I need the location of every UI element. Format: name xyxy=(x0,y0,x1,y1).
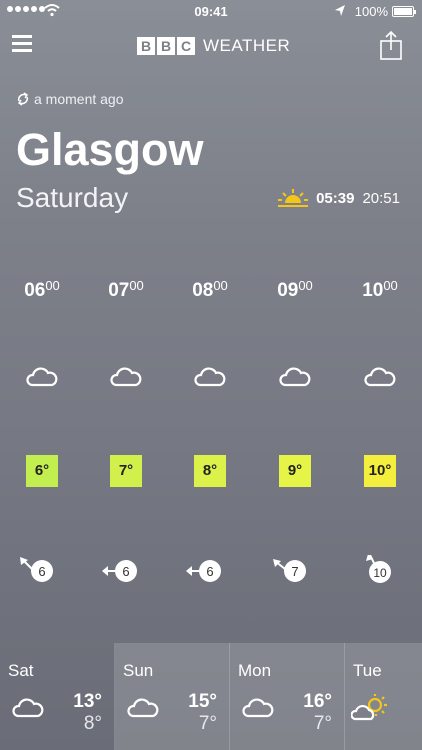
day-label: Saturday xyxy=(16,182,129,213)
hour-temp: 6° xyxy=(26,455,58,487)
cloud-icon xyxy=(279,367,311,387)
hour-time: 0600 xyxy=(24,278,60,301)
sunrise-icon xyxy=(278,189,309,207)
share-icon[interactable] xyxy=(380,30,402,60)
cloud-icon xyxy=(364,367,396,387)
menu-icon[interactable] xyxy=(12,35,32,53)
wind-speed: 7 xyxy=(291,564,298,579)
last-updated: a moment ago xyxy=(16,91,124,107)
day-name: Mon xyxy=(238,661,272,680)
day-name: Tue xyxy=(353,661,382,680)
logo-word: WEATHER xyxy=(203,36,291,55)
day-high: 16° xyxy=(303,691,332,712)
day-card-mon[interactable]: Mon 16° 7° xyxy=(230,643,345,750)
day-high: 15° xyxy=(188,691,217,712)
hour-temp: 9° xyxy=(279,455,311,487)
hour-column[interactable]: 1000 10° 10 xyxy=(338,228,422,643)
day-card-sun[interactable]: Sun 15° 7° xyxy=(115,643,230,750)
navbar: B B C WEATHER xyxy=(0,24,422,68)
logo-letter: B xyxy=(137,37,155,55)
cloud-icon xyxy=(242,698,274,718)
cloud-icon xyxy=(194,367,226,387)
wind-speed: 10 xyxy=(373,566,387,580)
day-card-tue[interactable]: Tue xyxy=(345,643,422,750)
hour-column[interactable]: 0800 8° 6 xyxy=(168,228,252,643)
wind-speed: 6 xyxy=(122,564,129,579)
wind-speed: 6 xyxy=(206,564,213,579)
hour-temp: 8° xyxy=(194,455,226,487)
daily-forecast: Sat 13° 8° Sun 15° 7° Mon 16° 7° Tue xyxy=(0,643,422,750)
hourly-forecast: 0600 6° 6 0700 7° 6 0800 8° 6 0900 9° 7 … xyxy=(0,228,422,643)
day-low: 7° xyxy=(198,713,217,734)
cloud-icon xyxy=(12,698,44,718)
wind-speed: 6 xyxy=(38,564,45,579)
battery-percent: 100% xyxy=(354,4,388,19)
hour-time: 0800 xyxy=(192,278,228,301)
updated-text: a moment ago xyxy=(34,91,124,107)
hour-time: 0700 xyxy=(108,278,144,301)
day-name: Sun xyxy=(123,661,154,680)
wind-arrow-icon: 6 xyxy=(186,560,221,582)
day-high: 13° xyxy=(73,691,102,712)
sun-times: 05:39 20:51 xyxy=(278,188,400,208)
sunrise-time: 05:39 xyxy=(316,189,355,207)
hour-time: 0900 xyxy=(277,278,313,301)
hour-column[interactable]: 0700 7° 6 xyxy=(84,228,168,643)
wind-arrow-icon: 6 xyxy=(20,557,53,582)
cloud-icon xyxy=(127,698,159,718)
logo-letter: B xyxy=(157,37,175,55)
hour-temp: 7° xyxy=(110,455,142,487)
day-card-sat[interactable]: Sat 13° 8° xyxy=(0,643,115,750)
sunset-time: 20:51 xyxy=(362,189,400,207)
sun-cloud-icon xyxy=(351,694,387,721)
city-name: Glasgow xyxy=(16,124,204,175)
hour-temp: 10° xyxy=(364,455,396,487)
hour-column[interactable]: 0900 9° 7 xyxy=(253,228,337,643)
hour-time: 1000 xyxy=(362,278,398,301)
location-arrow-icon xyxy=(335,5,345,16)
logo-letter: C xyxy=(177,37,195,55)
hour-column[interactable]: 0600 6° 6 xyxy=(0,228,84,643)
day-low: 7° xyxy=(313,713,332,734)
wind-arrow-icon: 6 xyxy=(102,560,137,582)
day-low: 8° xyxy=(83,713,102,734)
day-name: Sat xyxy=(8,661,34,680)
cloud-icon xyxy=(110,367,142,387)
wind-arrow-icon: 10 xyxy=(366,555,391,583)
refresh-icon[interactable] xyxy=(16,92,30,106)
wind-arrow-icon: 7 xyxy=(273,559,306,582)
status-bar: 09:41 100% xyxy=(0,0,422,24)
bbc-weather-logo: B B C WEATHER xyxy=(137,36,290,56)
battery-icon xyxy=(392,6,416,17)
cloud-icon xyxy=(26,367,58,387)
